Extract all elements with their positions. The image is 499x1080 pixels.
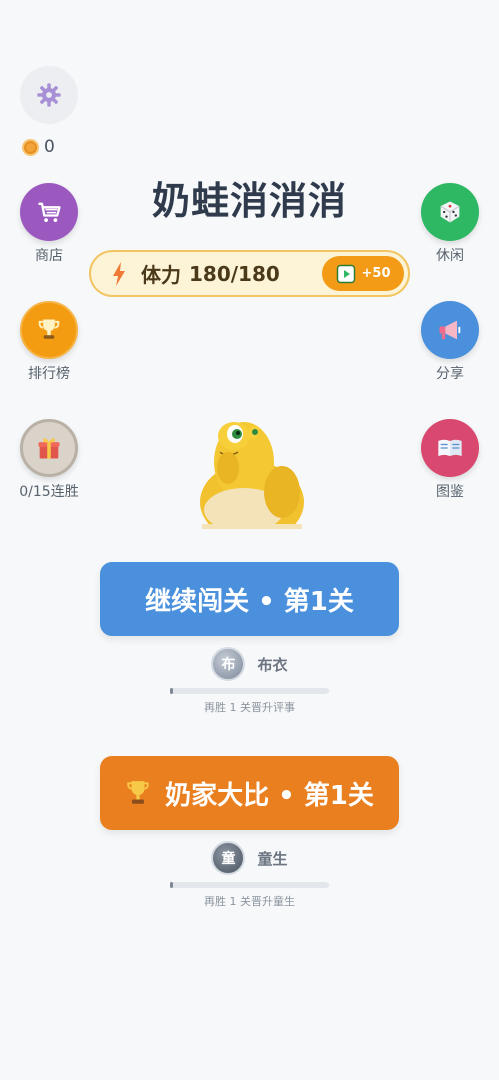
leaderboard-label: 排行榜 [28,366,70,382]
pk-promotion-hint: 再胜 1 关晋升童生 [204,895,295,908]
rank-badge-icon: 布 [211,647,246,681]
rank-name: 布衣 [257,655,288,674]
continue-level-label: 继续闯关 • 第1关 [145,586,354,617]
mascot-frog-image [200,422,304,529]
gallery-button[interactable]: 图鉴 [410,419,490,501]
pk-rank-row: 童 童生 [0,841,499,875]
pk-rank-progress [170,882,329,888]
streak-circle[interactable] [20,419,78,477]
shop-button[interactable]: 商店 [9,183,89,265]
casual-button[interactable]: 休闲 [410,183,490,265]
video-play-icon [336,264,355,283]
coin-count: 0 [44,137,55,157]
streak-label: 0/15连胜 [19,484,79,500]
share-label: 分享 [436,366,464,382]
leaderboard-button[interactable]: 排行榜 [9,301,89,383]
book-icon [438,439,462,457]
gallery-circle[interactable] [421,419,479,477]
continue-rank-row: 布 布衣 [0,647,499,681]
gallery-label: 图鉴 [436,484,464,500]
casual-circle[interactable] [421,183,479,241]
settings-circle[interactable] [20,66,78,124]
megaphone-icon [439,320,461,340]
shop-circle[interactable] [20,183,78,241]
stamina-label: 体力 [141,263,181,287]
leaderboard-circle[interactable] [20,301,78,359]
gift-icon [38,438,60,459]
casual-label: 休闲 [436,248,464,264]
continue-rank-progress [170,688,329,694]
trophy-icon [127,781,149,804]
settings-button[interactable] [9,66,89,124]
pk-rank-progress-fill [170,882,174,888]
trophy-icon [38,319,60,339]
continue-promotion-hint: 再胜 1 关晋升评事 [204,701,295,714]
lightning-icon [113,261,125,286]
rank-name: 童生 [257,849,288,868]
coin-icon [22,138,39,156]
gear-icon [37,83,61,107]
cart-icon [38,202,61,223]
watch-ad-button[interactable]: +50 [322,256,404,291]
ad-reward-amount: +50 [361,266,391,281]
share-button[interactable]: 分享 [410,301,490,383]
stamina-value: 180/180 [189,261,280,286]
continue-rank-progress-fill [170,688,174,694]
pk-level-label: 奶家大比 • 第1关 [165,780,374,811]
continue-level-button[interactable]: 继续闯关 • 第1关 [100,562,399,636]
dice-icon [440,201,460,223]
coin-counter: 0 [22,137,55,157]
shop-label: 商店 [35,248,63,264]
streak-button[interactable]: 0/15连胜 [9,419,89,501]
share-circle[interactable] [421,301,479,359]
stamina-bar: 体力 180/180 +50 [89,250,410,297]
rank-badge-icon: 童 [211,841,246,875]
pk-level-button[interactable]: 奶家大比 • 第1关 [100,756,399,830]
